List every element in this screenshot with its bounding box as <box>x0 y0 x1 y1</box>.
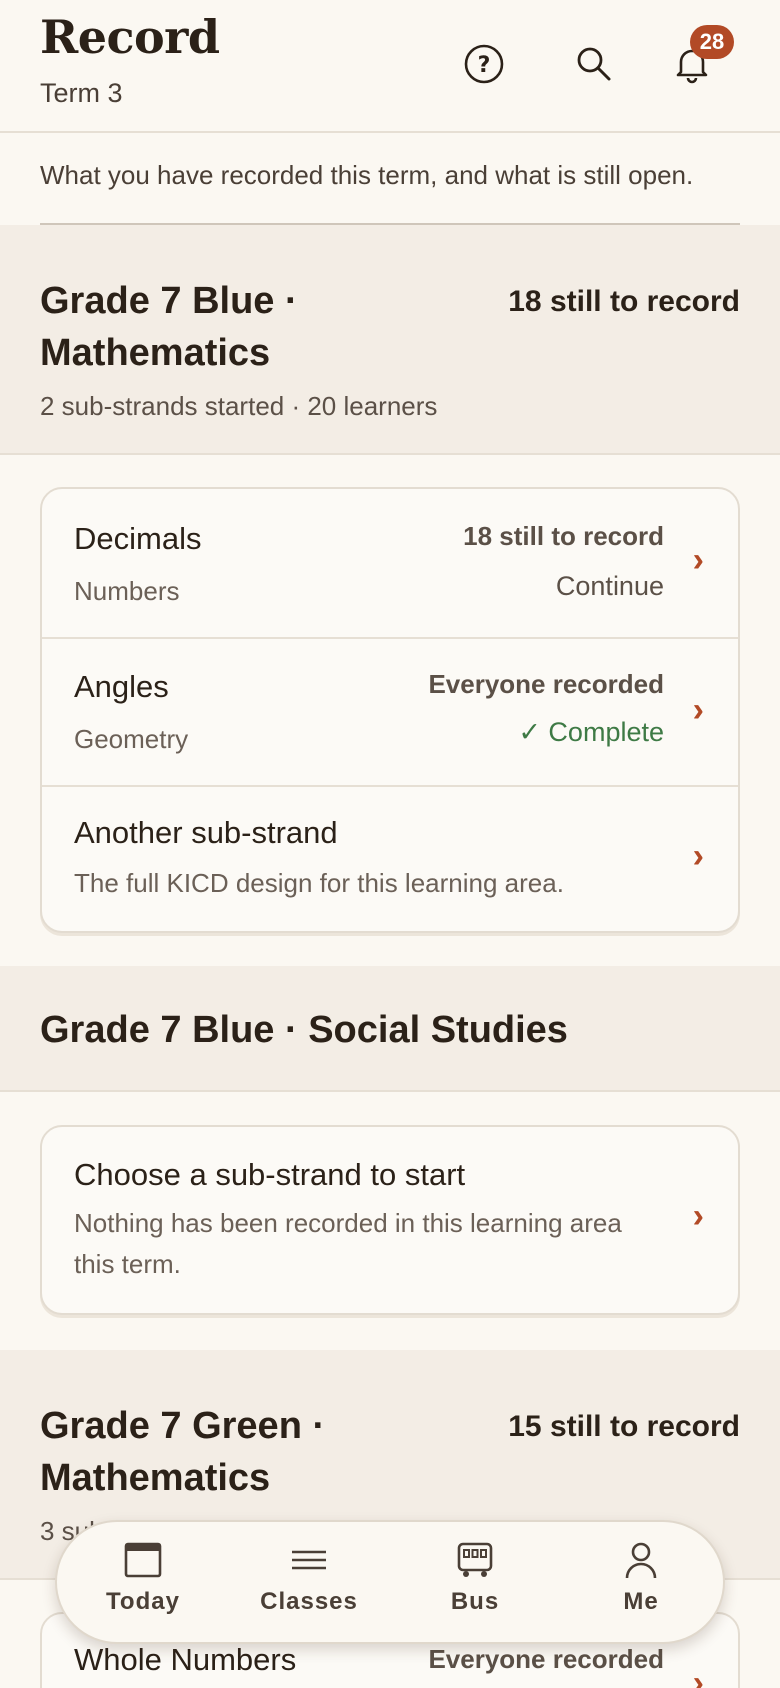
substrand-description: The full KICD design for this learning a… <box>74 868 564 898</box>
section-title: Grade 7 Blue · Social Studies <box>40 1009 568 1051</box>
nav-classes[interactable]: Classes <box>239 1540 379 1630</box>
list-icon <box>292 1550 326 1570</box>
bus-icon <box>457 1542 493 1577</box>
record-status: Everyone recorded <box>428 1644 664 1674</box>
record-status: 18 still to record <box>463 521 664 551</box>
substrand-row-another[interactable]: Another sub-strand The full KICD design … <box>42 785 738 931</box>
nav-me[interactable]: Me <box>571 1540 711 1630</box>
section-header: Grade 7 Blue · Social Studies <box>0 966 780 1092</box>
section-header: Grade 7 Blue · Mathematics 18 still to r… <box>0 225 780 455</box>
section-meta: 2 sub-strands started · 20 learners <box>40 391 438 421</box>
calendar-icon <box>124 1542 162 1578</box>
help-button[interactable]: ? <box>460 40 508 88</box>
bottom-nav: Today Classes Bus Me <box>55 1520 725 1644</box>
section-title: Grade 7 Green · Mathematics <box>40 1405 326 1499</box>
continue-label: Continue <box>555 571 664 601</box>
substrand-title: Decimals <box>74 521 202 556</box>
page-title: Record <box>40 10 220 64</box>
person-icon <box>625 1542 657 1579</box>
strand-name: Geometry <box>74 724 189 754</box>
help-icon: ? <box>464 44 504 84</box>
strand-name: Numbers <box>74 576 180 606</box>
substrand-title: Angles <box>74 669 169 704</box>
nav-label: Classes <box>260 1588 358 1615</box>
substrand-list: Decimals Numbers 18 still to record Cont… <box>40 487 740 933</box>
record-screen: Record Term 3 ? 28 What you have recorde… <box>0 0 780 1688</box>
chevron-right-icon: › <box>692 1197 704 1235</box>
substrand-list: Choose a sub-strand to start Nothing has… <box>40 1125 740 1315</box>
chevron-right-icon: › <box>692 691 704 729</box>
nav-bus[interactable]: Bus <box>405 1540 545 1630</box>
section-count: 15 still to record <box>508 1410 740 1443</box>
term-label: Term 3 <box>40 78 123 108</box>
substrand-title: Another sub-strand <box>74 815 338 850</box>
svg-text:?: ? <box>478 53 491 78</box>
search-button[interactable] <box>570 40 618 88</box>
chevron-right-icon: › <box>692 541 704 579</box>
chevron-right-icon: › <box>692 1664 704 1688</box>
choose-substrand-row[interactable]: Choose a sub-strand to start Nothing has… <box>42 1127 738 1313</box>
notification-badge: 28 <box>690 25 734 59</box>
chevron-right-icon: › <box>692 837 704 875</box>
complete-label: ✓ Complete <box>518 717 664 747</box>
section-title: Grade 7 Blue · Mathematics <box>40 280 298 374</box>
intro-text: What you have recorded this term, and wh… <box>40 160 694 190</box>
nav-today[interactable]: Today <box>73 1540 213 1630</box>
nav-label: Bus <box>450 1588 500 1615</box>
search-icon <box>577 47 611 81</box>
record-status: Everyone recorded <box>428 669 664 699</box>
substrand-row-decimals[interactable]: Decimals Numbers 18 still to record Cont… <box>42 489 738 637</box>
app-header: Record Term 3 ? 28 <box>0 0 780 133</box>
section-count: 18 still to record <box>508 285 740 318</box>
substrand-title: Whole Numbers <box>74 1642 297 1677</box>
substrand-title: Choose a sub-strand to start <box>74 1157 466 1192</box>
nav-label: Today <box>106 1588 180 1615</box>
substrand-row-angles[interactable]: Angles Geometry Everyone recorded ✓ Comp… <box>42 637 738 785</box>
substrand-description: Nothing has been recorded in this learni… <box>74 1208 622 1279</box>
nav-label: Me <box>623 1588 659 1615</box>
